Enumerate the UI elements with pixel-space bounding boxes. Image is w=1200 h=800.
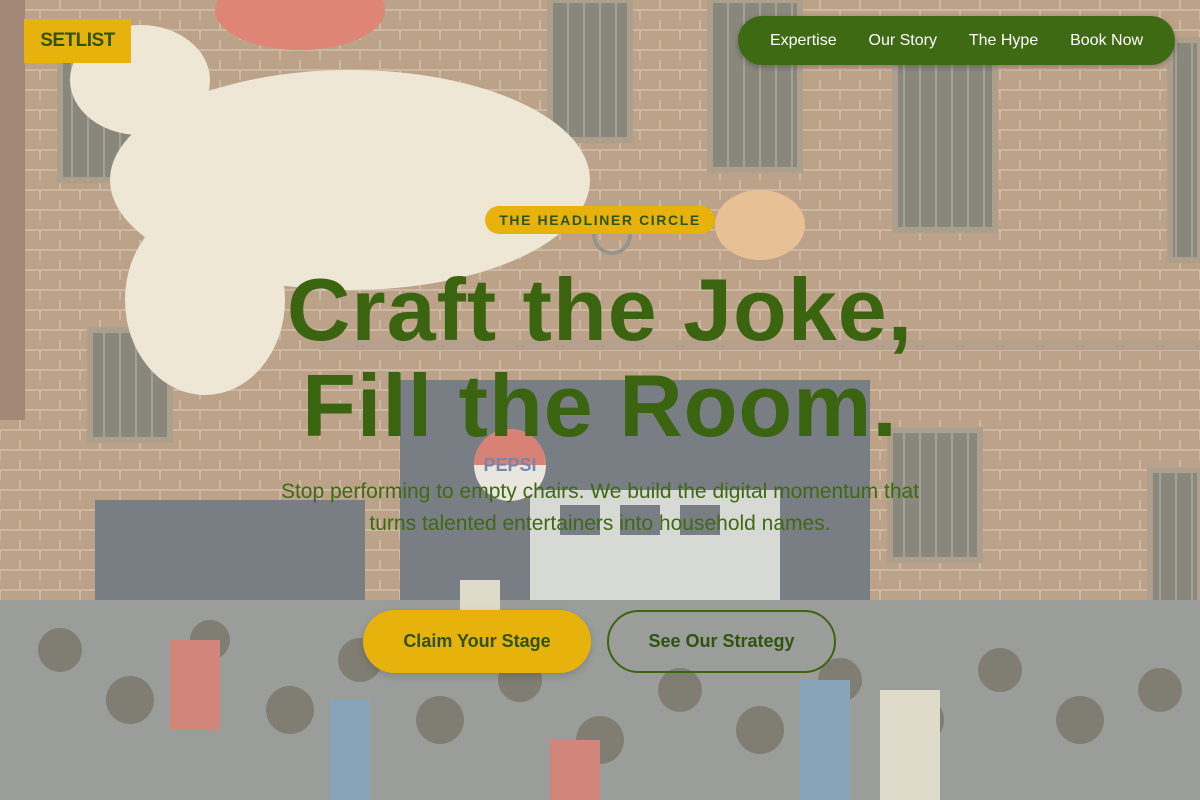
headline-line-2: Fill the Room. — [302, 356, 898, 455]
hero-badge: THE HEADLINER CIRCLE — [485, 206, 715, 234]
hero-headline: Craft the Joke, Fill the Room. — [150, 262, 1050, 454]
nav-item-book-now[interactable]: Book Now — [1070, 32, 1143, 50]
headline-line-1: Craft the Joke, — [286, 260, 914, 359]
main-navigation: Expertise Our Story The Hype Book Now — [738, 16, 1175, 65]
nav-item-our-story[interactable]: Our Story — [869, 32, 937, 50]
brand-logo[interactable]: SETLIST — [24, 19, 131, 63]
see-our-strategy-button[interactable]: See Our Strategy — [607, 610, 836, 673]
claim-your-stage-button[interactable]: Claim Your Stage — [363, 610, 591, 673]
hero-subtext: Stop performing to empty chairs. We buil… — [280, 480, 920, 535]
nav-item-the-hype[interactable]: The Hype — [969, 32, 1038, 50]
nav-item-expertise[interactable]: Expertise — [770, 32, 837, 50]
